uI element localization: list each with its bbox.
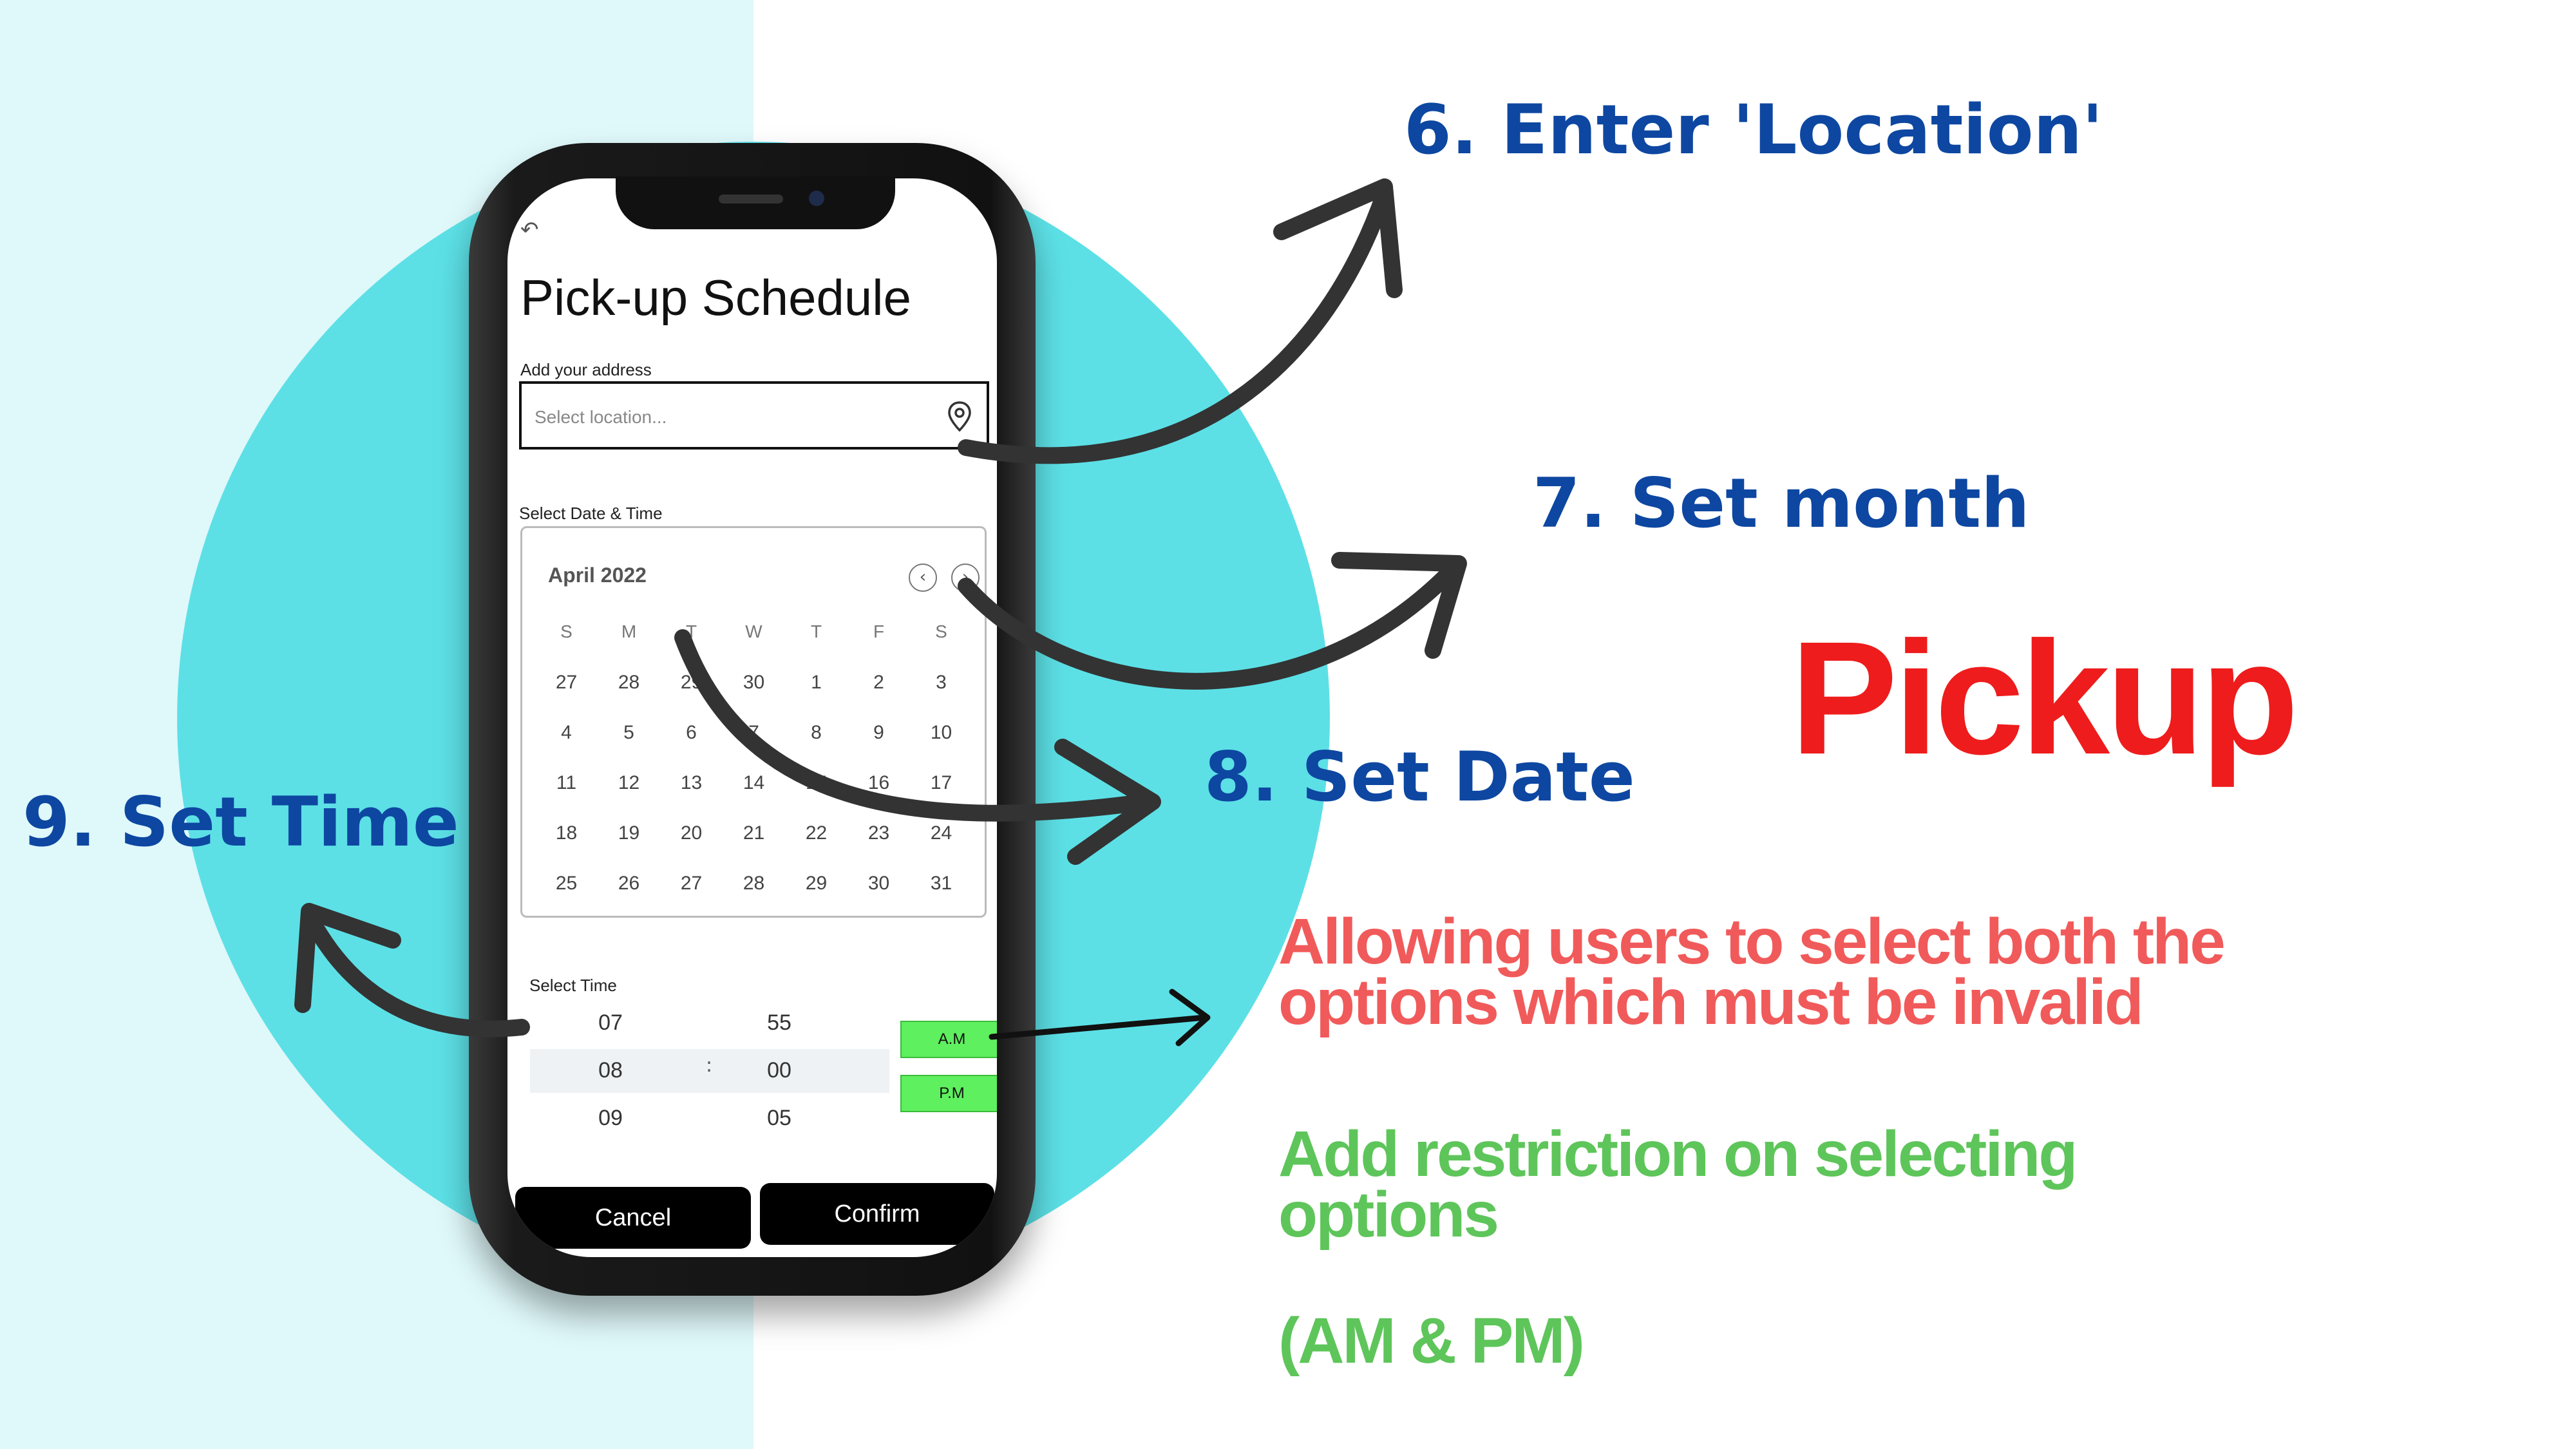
calendar-day[interactable]: 4 xyxy=(535,722,598,772)
hour-option-selected[interactable]: 08 xyxy=(565,1058,656,1083)
back-arrow-icon[interactable]: ↶ xyxy=(520,217,539,243)
calendar-day[interactable]: 20 xyxy=(660,822,723,873)
weekday-label: T xyxy=(810,621,822,641)
calendar-day[interactable]: 25 xyxy=(535,873,598,923)
hour-option[interactable]: 09 xyxy=(565,1106,656,1131)
calendar-month: April 2022 xyxy=(548,564,647,587)
calendar-day[interactable]: 2 xyxy=(848,672,910,722)
calendar-day[interactable]: 29 xyxy=(785,873,848,923)
weekday-label: T xyxy=(685,621,697,641)
calendar-day[interactable]: 13 xyxy=(660,772,723,822)
calendar-day[interactable]: 1 xyxy=(785,672,848,722)
next-month-button[interactable]: › xyxy=(951,564,980,592)
calendar-week: 4 5 6 7 8 9 10 xyxy=(535,722,973,772)
phone-notch xyxy=(616,176,895,229)
calendar-day[interactable]: 31 xyxy=(910,873,972,923)
am-button[interactable]: A.M xyxy=(900,1021,997,1058)
calendar-day[interactable]: 6 xyxy=(660,722,723,772)
weekday-row: S M T W T F S xyxy=(535,621,973,672)
calendar-day[interactable]: 29 xyxy=(660,672,723,722)
weekday-label: W xyxy=(745,621,762,641)
calendar-week: 11 12 13 14 15 16 17 xyxy=(535,772,973,822)
phone-frame: ↶ Pick-up Schedule Add your address Sele… xyxy=(469,143,1036,1296)
calendar-day[interactable]: 28 xyxy=(723,873,785,923)
confirm-button[interactable]: Confirm xyxy=(760,1183,994,1245)
calendar-day[interactable]: 18 xyxy=(535,822,598,873)
weekday-label: S xyxy=(560,621,573,641)
prev-month-button[interactable]: ‹ xyxy=(909,564,937,592)
datetime-label: Select Date & Time xyxy=(519,504,663,523)
issue-note: Allowing users to select both the option… xyxy=(1278,905,2226,1038)
step-6-label: 6. Enter 'Location' xyxy=(1404,90,2103,169)
calendar-day[interactable]: 11 xyxy=(535,772,598,822)
calendar-day[interactable]: 28 xyxy=(598,672,660,722)
calendar: April 2022 ‹ › S M T W T F S 27 28 29 30 xyxy=(520,526,987,918)
calendar-day[interactable]: 16 xyxy=(848,772,910,822)
calendar-day[interactable]: 12 xyxy=(598,772,660,822)
calendar-grid: S M T W T F S 27 28 29 30 1 2 3 4 5 6 7 … xyxy=(535,621,973,923)
arrow-head-month xyxy=(1331,552,1467,659)
weekday-label: M xyxy=(621,621,637,641)
calendar-day[interactable]: 27 xyxy=(535,672,598,722)
calendar-day[interactable]: 30 xyxy=(848,873,910,923)
page-title: Pick-up Schedule xyxy=(520,269,912,326)
calendar-day[interactable]: 22 xyxy=(785,822,848,873)
cancel-button[interactable]: Cancel xyxy=(515,1187,751,1249)
fix-note: Add restriction on selecting options xyxy=(1278,1118,2078,1251)
calendar-day[interactable]: 26 xyxy=(598,873,660,923)
calendar-day[interactable]: 8 xyxy=(785,722,848,772)
step-8-label: 8. Set Date xyxy=(1204,737,1635,817)
minute-option[interactable]: 55 xyxy=(734,1010,824,1036)
hour-option[interactable]: 07 xyxy=(565,1010,656,1036)
step-9-label: 9. Set Time xyxy=(23,782,459,862)
minute-option-selected[interactable]: 00 xyxy=(734,1058,824,1083)
pickup-heading: Pickup xyxy=(1790,608,2299,788)
calendar-day[interactable]: 5 xyxy=(598,722,660,772)
minute-option[interactable]: 05 xyxy=(734,1106,824,1131)
calendar-day[interactable]: 17 xyxy=(910,772,972,822)
calendar-day[interactable]: 24 xyxy=(910,822,972,873)
calendar-day[interactable]: 3 xyxy=(910,672,972,722)
calendar-day[interactable]: 21 xyxy=(723,822,785,873)
fix-detail-note: (AM & PM) xyxy=(1278,1305,1585,1377)
phone-screen: ↶ Pick-up Schedule Add your address Sele… xyxy=(507,178,997,1257)
pm-button[interactable]: P.M xyxy=(900,1075,997,1112)
calendar-day[interactable]: 23 xyxy=(848,822,910,873)
calendar-day[interactable]: 14 xyxy=(723,772,785,822)
calendar-week: 18 19 20 21 22 23 24 xyxy=(535,822,973,873)
location-placeholder: Select location... xyxy=(535,407,667,427)
step-7-label: 7. Set month xyxy=(1533,464,2030,543)
camera-icon xyxy=(809,191,824,206)
location-input[interactable]: Select location... xyxy=(519,381,989,450)
calendar-day[interactable]: 27 xyxy=(660,873,723,923)
arrow-head-location xyxy=(1273,178,1403,298)
location-pin-icon[interactable] xyxy=(947,401,972,433)
calendar-week: 25 26 27 28 29 30 31 xyxy=(535,873,973,923)
calendar-day[interactable]: 9 xyxy=(848,722,910,772)
calendar-day[interactable]: 15 xyxy=(785,772,848,822)
calendar-week: 27 28 29 30 1 2 3 xyxy=(535,672,973,722)
calendar-day[interactable]: 7 xyxy=(723,722,785,772)
weekday-label: S xyxy=(935,621,947,641)
calendar-day[interactable]: 19 xyxy=(598,822,660,873)
calendar-day[interactable]: 30 xyxy=(723,672,785,722)
weekday-label: F xyxy=(873,621,885,641)
address-label: Add your address xyxy=(520,360,652,379)
calendar-day[interactable]: 10 xyxy=(910,722,972,772)
time-separator: : xyxy=(706,1054,713,1077)
time-label: Select Time xyxy=(529,976,617,995)
speaker-grille xyxy=(719,194,783,204)
